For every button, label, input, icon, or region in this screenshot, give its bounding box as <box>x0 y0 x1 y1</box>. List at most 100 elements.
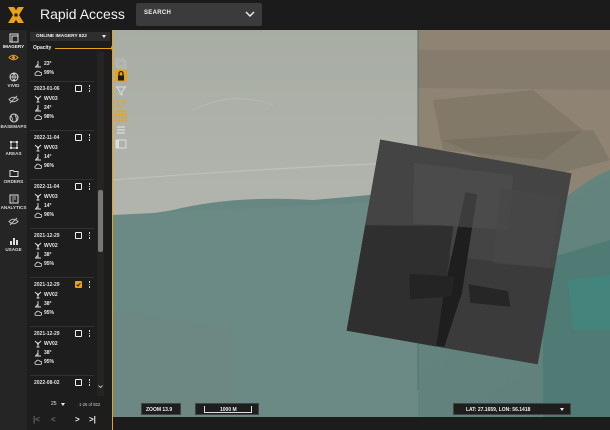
view-angle-icon <box>35 350 41 357</box>
sensor-value: WV03 <box>44 96 58 102</box>
eye-icon[interactable] <box>8 53 19 62</box>
panel-toggle-icon[interactable] <box>115 138 127 150</box>
caret-down-icon <box>102 35 106 38</box>
cloud-cover-value: 95% <box>44 359 55 365</box>
imagery-panel: ONLINE IMAGERY 822 Opacity 23° 99% 2023-01… <box>27 30 117 430</box>
capture-date: 2022-11-04 <box>34 184 60 190</box>
cloud-cover: 96% <box>34 211 74 219</box>
view-angle-icon <box>35 61 41 68</box>
analytics-icon <box>9 194 18 204</box>
filter-icon[interactable] <box>115 85 127 97</box>
grid-icon[interactable] <box>115 110 127 122</box>
cloud-cover: 96% <box>34 162 74 170</box>
next-page-button[interactable]: > <box>75 415 80 425</box>
divider <box>30 81 94 82</box>
nav-rail: IMAGERY VIVID BASEMAPS AREAS ORDERS ANAL… <box>0 30 27 430</box>
globe-icon <box>9 72 18 82</box>
satellite-icon <box>34 95 42 103</box>
layer-select[interactable]: ONLINE IMAGERY 822 <box>30 32 110 41</box>
satellite-icon <box>34 193 42 201</box>
sensor-value: WV02 <box>44 243 58 249</box>
nav-item-vivid[interactable]: VIVID <box>0 72 27 88</box>
globe-icon <box>9 113 18 123</box>
capture-date: 2023-01-06 <box>34 86 60 92</box>
view-angle-icon <box>35 203 41 210</box>
cloud-cover-value: 99% <box>44 70 55 76</box>
capture-date: 2021-12-29 <box>34 331 60 337</box>
eye-off-icon[interactable] <box>8 95 19 104</box>
sensor-value: WV02 <box>44 292 58 298</box>
list-icon[interactable] <box>115 124 127 136</box>
maxar-logo-icon[interactable] <box>6 5 26 25</box>
opacity-slider-track[interactable] <box>55 48 113 49</box>
zoom-text: ZOOM 13.9 <box>146 407 173 413</box>
caret-down-icon <box>560 408 564 411</box>
last-page-button[interactable]: >| <box>89 415 96 425</box>
page-size-select[interactable]: 25 <box>51 401 57 407</box>
more-options-icon[interactable] <box>88 85 91 93</box>
sensor-value: WV03 <box>44 194 58 200</box>
nav-item-imagery[interactable]: IMAGERY <box>0 33 27 49</box>
chevron-down-icon <box>245 11 255 17</box>
layer-select-label: ONLINE IMAGERY 822 <box>36 34 87 39</box>
nav-item-usage[interactable]: USAGE <box>0 236 27 252</box>
more-options-icon[interactable] <box>88 281 91 289</box>
more-options-icon[interactable] <box>88 134 91 142</box>
nav-label-areas: AREAS <box>5 151 22 156</box>
more-options-icon[interactable] <box>88 330 91 338</box>
nav-item-analytics[interactable]: ANALYTICS <box>0 194 27 210</box>
select-checkbox[interactable] <box>75 134 82 141</box>
nav-label-analytics: ANALYTICS <box>0 205 27 210</box>
select-checkbox[interactable] <box>75 232 82 239</box>
select-checkbox[interactable] <box>75 330 82 337</box>
select-checkbox[interactable] <box>75 379 82 386</box>
layers-icon[interactable] <box>115 57 127 69</box>
check-icon <box>76 282 81 287</box>
map-view[interactable]: ZOOM 13.9 1000 M LAT: 27.1659, LON: 56.1… <box>113 30 610 417</box>
satellite-imagery[interactable] <box>113 30 610 417</box>
more-options-icon[interactable] <box>88 183 91 191</box>
view-angle-value: 38° <box>44 350 52 356</box>
view-angle-icon <box>35 154 41 161</box>
select-checkbox[interactable] <box>75 281 82 288</box>
sensor-value: WV03 <box>44 145 58 151</box>
view-angle-value: 23° <box>44 61 52 67</box>
cloud-cover-value: 95% <box>44 261 55 267</box>
cloud-icon <box>34 70 42 76</box>
map-tool-strip <box>113 54 129 150</box>
nav-item-basemaps[interactable]: BASEMAPS <box>0 113 27 129</box>
satellite-icon <box>34 291 42 299</box>
view-angle: 38° <box>34 251 74 259</box>
pagination: 25 1-25 of 822 |< < > >| <box>27 399 113 430</box>
sensor: WV03 <box>34 193 74 201</box>
sensor: WV03 <box>34 144 74 152</box>
select-checkbox[interactable] <box>75 85 82 92</box>
select-checkbox[interactable] <box>75 183 82 190</box>
first-page-button[interactable]: |< <box>33 415 40 425</box>
nav-item-orders[interactable]: ORDERS <box>0 168 27 184</box>
coordinates-dropdown[interactable]: LAT: 27.1659, LON: 56.1418 <box>453 403 571 415</box>
prev-page-button[interactable]: < <box>51 415 56 425</box>
lock-icon[interactable] <box>115 70 127 82</box>
more-options-icon[interactable] <box>88 232 91 240</box>
scale-bar: 1000 M <box>195 403 259 415</box>
sort-icon[interactable] <box>115 97 127 109</box>
nav-label-vivid: VIVID <box>7 83 20 88</box>
satellite-icon <box>34 242 42 250</box>
cloud-icon <box>34 114 42 120</box>
scroll-down-icon[interactable] <box>98 384 103 389</box>
divider <box>30 228 94 229</box>
scrollbar-thumb[interactable] <box>98 190 103 252</box>
sensor: WV03 <box>34 95 74 103</box>
eye-off-icon[interactable] <box>8 217 19 226</box>
nav-item-areas[interactable]: AREAS <box>0 140 27 156</box>
page-range: 1-25 of 822 <box>79 402 101 407</box>
divider <box>30 277 94 278</box>
imagery-icon <box>9 33 18 43</box>
coordinates-text: LAT: 27.1659, LON: 56.1418 <box>466 407 531 413</box>
view-angle-value: 38° <box>44 301 52 307</box>
caret-down-icon <box>61 403 65 406</box>
view-angle: 23° <box>34 60 74 68</box>
search-dropdown[interactable]: SEARCH <box>136 3 262 26</box>
more-options-icon[interactable] <box>88 379 91 387</box>
